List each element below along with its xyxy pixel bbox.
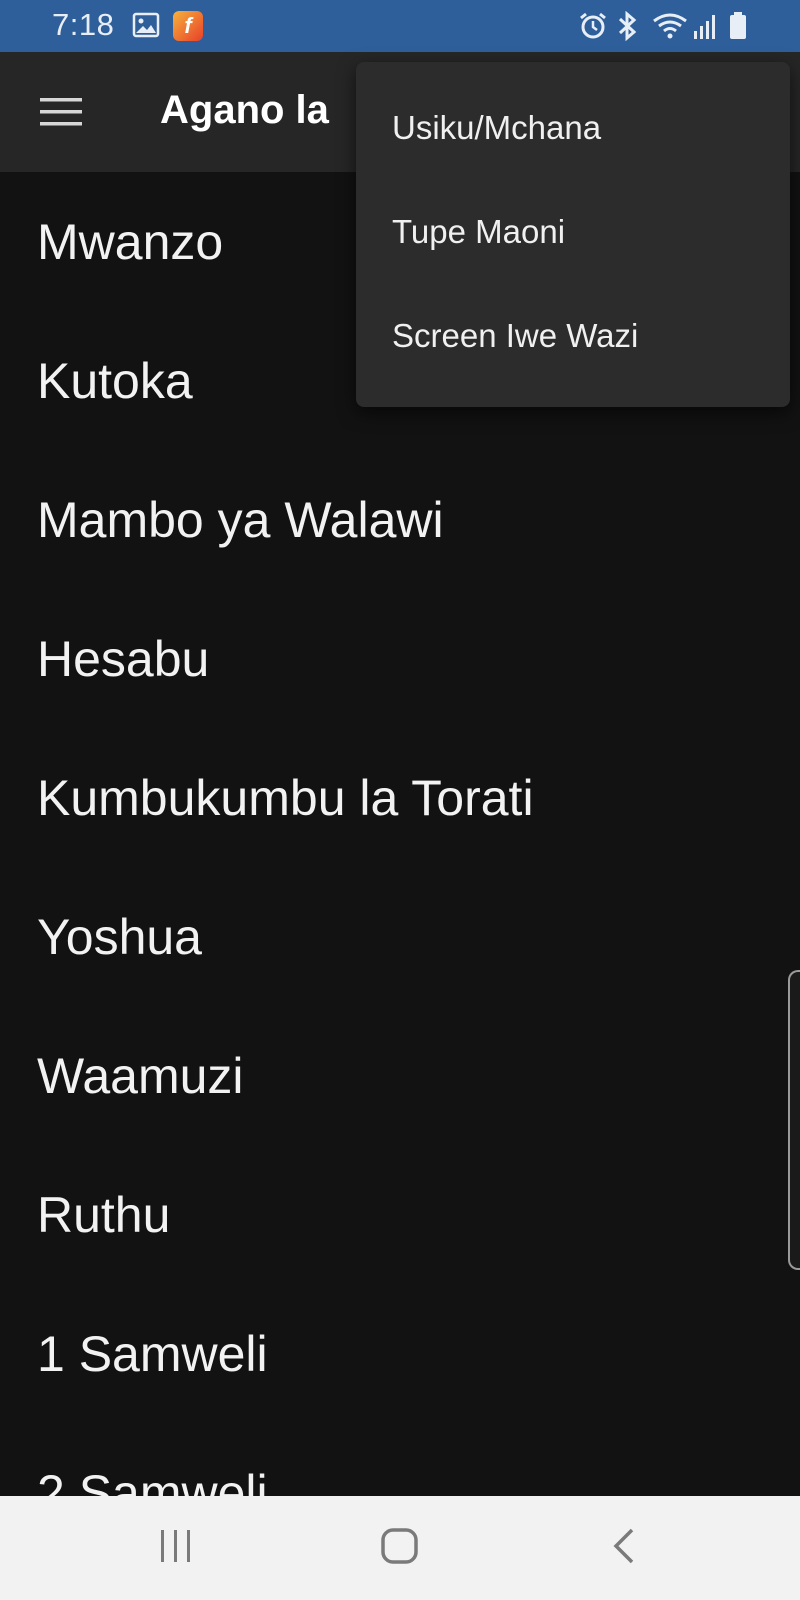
- list-item[interactable]: 1 Samweli: [0, 1284, 800, 1423]
- scrollbar-handle[interactable]: [788, 970, 800, 1270]
- list-item[interactable]: Hesabu: [0, 589, 800, 728]
- battery-icon: [728, 11, 748, 46]
- image-icon: [132, 11, 160, 44]
- list-item[interactable]: 2 Samweli: [0, 1423, 800, 1497]
- menu-item-keep-screen-on[interactable]: Screen Iwe Wazi: [356, 298, 790, 402]
- wifi-icon: [652, 11, 688, 46]
- status-time: 7:18: [52, 7, 115, 42]
- page-title: Agano la Kale: [160, 88, 340, 132]
- recents-icon[interactable]: [158, 1526, 194, 1571]
- home-icon[interactable]: [380, 1526, 420, 1571]
- app-f-icon: f: [173, 11, 203, 41]
- system-nav-bar: [0, 1496, 800, 1600]
- back-icon[interactable]: [610, 1526, 638, 1571]
- alarm-icon: [578, 11, 608, 46]
- menu-item-night-day[interactable]: Usiku/Mchana: [356, 90, 790, 194]
- menu-item-feedback[interactable]: Tupe Maoni: [356, 194, 790, 298]
- list-item[interactable]: Ruthu: [0, 1145, 800, 1284]
- signal-icon: [693, 11, 719, 46]
- list-item[interactable]: Yoshua: [0, 867, 800, 1006]
- list-item[interactable]: Kumbukumbu la Torati: [0, 728, 800, 867]
- bluetooth-icon: [614, 10, 640, 46]
- status-bar: 7:18 f: [0, 0, 800, 52]
- app-screen: 7:18 f Agano la Mwanzo Kutoka Mambo ya W…: [0, 0, 800, 1600]
- list-item[interactable]: Waamuzi: [0, 1006, 800, 1145]
- list-item[interactable]: Mambo ya Walawi: [0, 450, 800, 589]
- hamburger-menu-icon[interactable]: [40, 96, 84, 128]
- overflow-menu: Usiku/Mchana Tupe Maoni Screen Iwe Wazi: [356, 62, 790, 407]
